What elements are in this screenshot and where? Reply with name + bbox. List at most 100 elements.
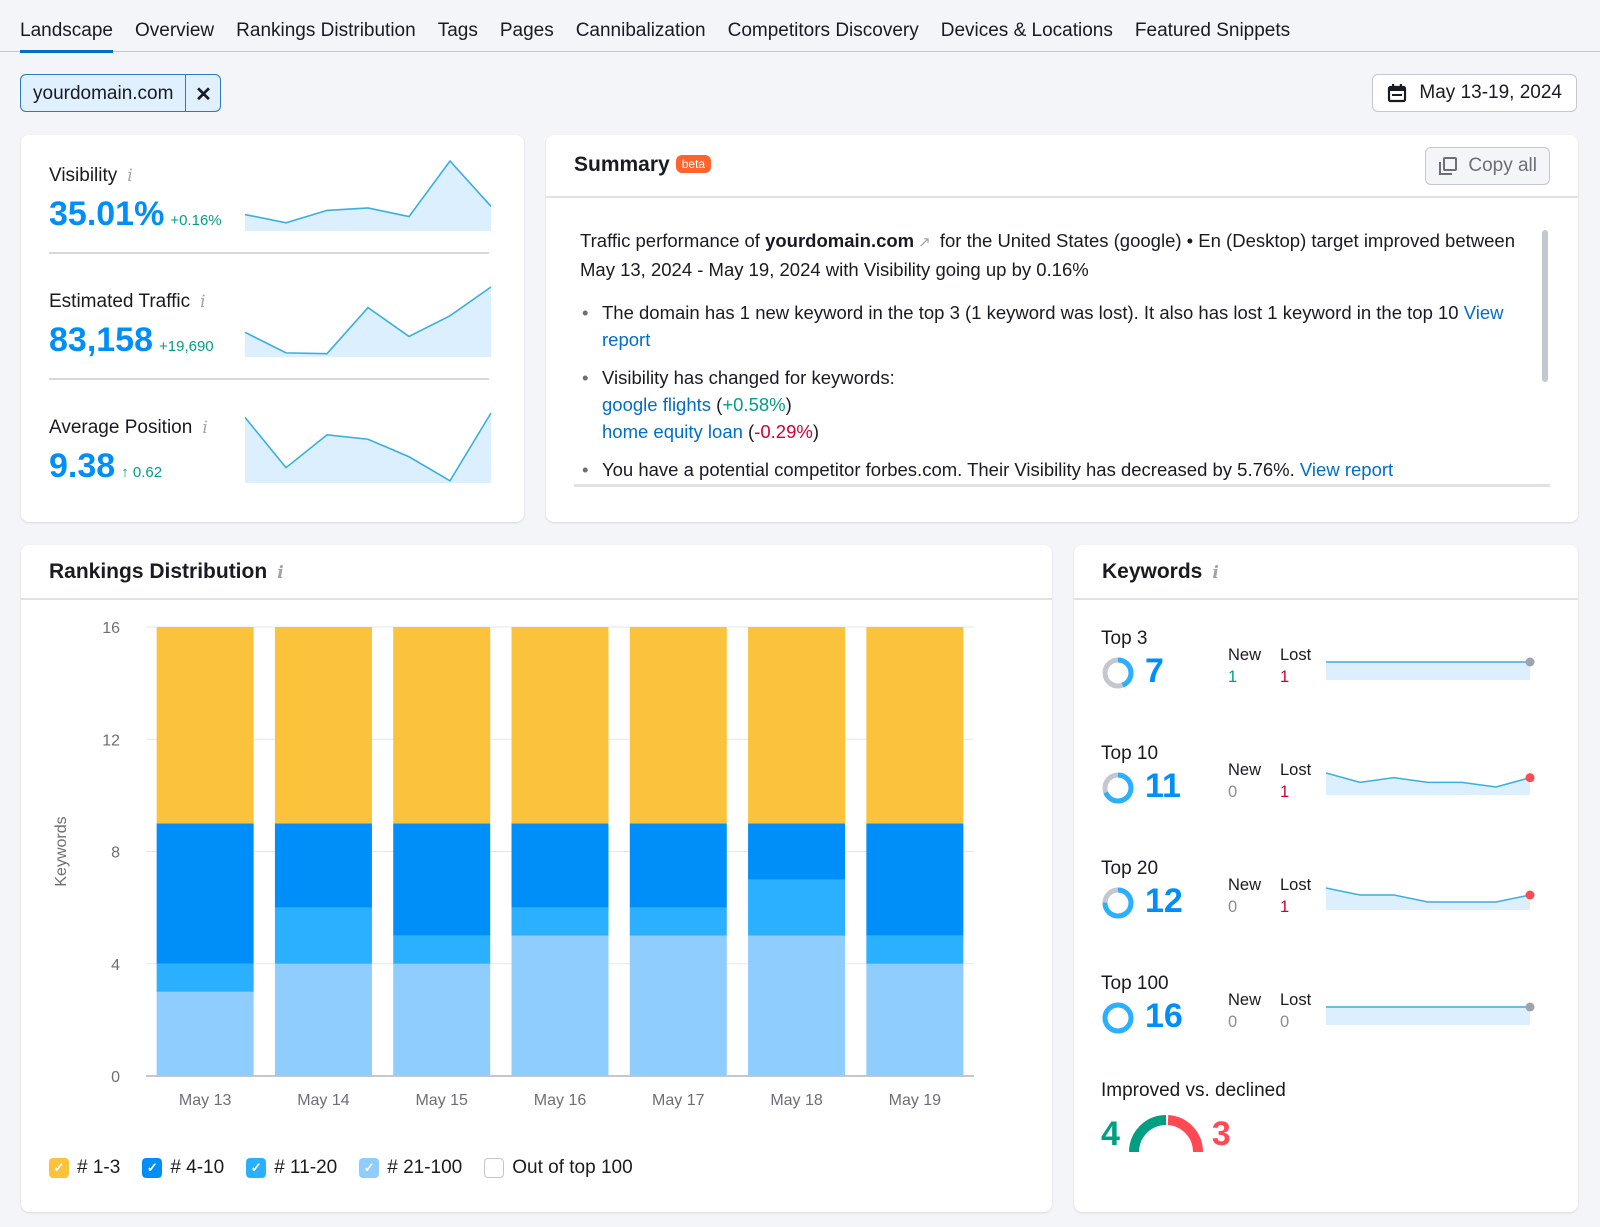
bar-segment[interactable] [748, 823, 846, 880]
donut-fill [1102, 1002, 1134, 1034]
legend-item-11-20[interactable]: ✓ # 11-20 [246, 1157, 337, 1179]
tab-tags[interactable]: Tags [438, 0, 478, 52]
legend-item-out-of-top-100[interactable]: Out of top 100 [484, 1157, 633, 1179]
bar-segment[interactable] [748, 935, 846, 1076]
bar-segment[interactable] [866, 935, 964, 964]
checkbox-icon: ✓ [142, 1158, 163, 1178]
rankings-title: Rankings Distribution [49, 560, 268, 583]
legend-item-4-10[interactable]: ✓ # 4-10 [142, 1157, 224, 1179]
tab-pages[interactable]: Pages [500, 0, 554, 52]
info-icon[interactable]: i [1212, 563, 1218, 583]
lost-count[interactable]: 1 [1280, 783, 1289, 802]
keyword-row-top-10: Top 10 11 New Lost 0 1 [1101, 715, 1549, 832]
new-count[interactable]: 1 [1228, 668, 1237, 687]
keyword-row-top-100: Top 100 16 New Lost 0 0 [1101, 945, 1549, 1062]
bar-segment[interactable] [274, 963, 372, 1076]
bar-segment[interactable] [748, 879, 846, 936]
view-report-link[interactable]: View report [1300, 459, 1393, 480]
bar-segment[interactable] [511, 935, 609, 1076]
bar-segment[interactable] [156, 991, 254, 1076]
bar-segment[interactable] [274, 823, 372, 908]
new-count[interactable]: 0 [1228, 898, 1237, 917]
lost-count[interactable]: 0 [1280, 1013, 1289, 1032]
keyword-count[interactable]: 11 [1145, 767, 1181, 806]
new-label: New [1228, 876, 1262, 894]
info-icon[interactable]: i [202, 418, 207, 438]
visibility-sparkline [244, 159, 492, 231]
date-range-label: May 13-19, 2024 [1419, 82, 1562, 103]
keyword-count[interactable]: 7 [1145, 652, 1164, 691]
bar-segment[interactable] [393, 627, 491, 824]
summary-scrollbar[interactable] [1542, 230, 1548, 382]
new-count[interactable]: 0 [1228, 783, 1237, 802]
y-tick-label: 8 [111, 845, 120, 862]
bar-segment[interactable] [629, 907, 727, 936]
y-axis-label: Keywords [53, 816, 70, 886]
external-link-icon[interactable]: ↗ [918, 234, 931, 251]
legend-item-21-100[interactable]: ✓ # 21-100 [359, 1157, 462, 1179]
domain-chip-label[interactable]: yourdomain.com [21, 75, 187, 111]
x-tick-label: May 13 [179, 1092, 232, 1109]
tab-overview[interactable]: Overview [135, 0, 214, 52]
bar-segment[interactable] [393, 963, 491, 1076]
bar-segment[interactable] [866, 823, 964, 936]
bar-segment[interactable] [629, 935, 727, 1076]
close-icon[interactable]: ✕ [186, 75, 220, 111]
info-icon[interactable]: i [277, 563, 283, 583]
tab-cannibalization[interactable]: Cannibalization [576, 0, 706, 52]
rankings-chart: 0 4 8 12 16 Keywords May 13 May 14 May 15 May 16 M… [53, 620, 974, 1109]
new-label: New [1228, 761, 1262, 779]
tab-competitors-discovery[interactable]: Competitors Discovery [728, 0, 919, 52]
keyword-count[interactable]: 16 [1145, 997, 1183, 1036]
intro-text: Traffic performance of [580, 230, 766, 251]
new-label: New [1228, 646, 1262, 664]
new-count[interactable]: 0 [1228, 1013, 1237, 1032]
date-range-button[interactable]: May 13-19, 2024 [1372, 74, 1577, 112]
copy-all-button[interactable]: Copy all [1425, 147, 1550, 185]
metric-name-row: Visibility i [49, 165, 133, 187]
improved-count: 4 [1101, 1114, 1120, 1153]
sparkline-area [1326, 888, 1530, 910]
keyword-count[interactable]: 12 [1145, 882, 1183, 921]
bar-segment[interactable] [393, 935, 491, 964]
bar-segment[interactable] [274, 627, 372, 824]
keyword-link[interactable]: google flights [602, 394, 711, 415]
metric-name: Visibility [49, 165, 118, 186]
bar-segment[interactable] [748, 627, 846, 824]
keywords-card: Keywords i Top 3 7 New Lost 1 1 Top 10 11… [1074, 545, 1578, 1212]
tab-devices-locations[interactable]: Devices & Locations [941, 0, 1113, 52]
keyword-row-label: Top 20 [1101, 858, 1159, 879]
tab-rankings-distribution[interactable]: Rankings Distribution [236, 0, 416, 52]
improved-vs-declined: Improved vs. declined 4 3 [1101, 1080, 1286, 1154]
info-icon[interactable]: i [127, 166, 132, 186]
tab-featured-snippets[interactable]: Featured Snippets [1135, 0, 1290, 52]
bar-segment[interactable] [156, 627, 254, 824]
copy-icon [1439, 157, 1458, 175]
bar-segment[interactable] [156, 963, 254, 992]
sparkline-end-dot [1525, 773, 1535, 783]
sparkline-area [245, 287, 491, 357]
legend-label: # 21-100 [387, 1157, 463, 1178]
info-icon[interactable]: i [200, 292, 205, 312]
lost-count[interactable]: 1 [1280, 668, 1289, 687]
bar-segment[interactable] [274, 907, 372, 964]
bar-segment[interactable] [393, 823, 491, 936]
bar-segment[interactable] [511, 823, 609, 908]
legend-item-1-3[interactable]: ✓ # 1-3 [49, 1157, 120, 1179]
bar-segment[interactable] [156, 823, 254, 964]
y-tick-label: 12 [102, 732, 120, 749]
lost-count[interactable]: 1 [1280, 898, 1289, 917]
bar-segment[interactable] [866, 627, 964, 824]
keyword-row-label: Top 3 [1101, 628, 1148, 649]
tab-landscape[interactable]: Landscape [20, 0, 113, 53]
keyword-link[interactable]: home equity loan [602, 421, 743, 442]
bar-segment[interactable] [629, 627, 727, 824]
keyword-row-label: Top 10 [1101, 743, 1159, 764]
bar-segment[interactable] [511, 907, 609, 936]
summary-bullet: You have a potential competitor forbes.c… [580, 456, 1520, 483]
bar-segment[interactable] [866, 963, 964, 1076]
new-label: New [1228, 991, 1262, 1009]
metrics-card: Visibility i 35.01% +0.16% Estimated Traff… [21, 135, 524, 522]
bar-segment[interactable] [629, 823, 727, 908]
bar-segment[interactable] [511, 627, 609, 824]
